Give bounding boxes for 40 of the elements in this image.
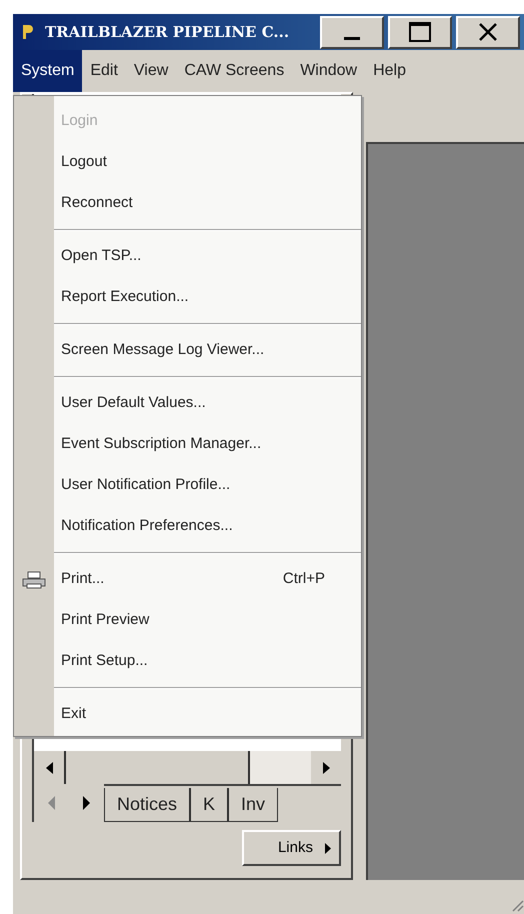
menu-item[interactable]: Report Execution... <box>54 277 361 318</box>
printer-icon <box>22 570 46 588</box>
close-icon <box>478 22 498 42</box>
maximize-button[interactable] <box>388 16 452 48</box>
menu-bar-item[interactable]: Window <box>292 50 366 92</box>
maximize-icon <box>409 22 431 42</box>
menu-bar-item[interactable]: Edit <box>82 50 126 92</box>
scroll-thumb[interactable] <box>64 751 250 784</box>
resize-grip-icon[interactable] <box>512 900 524 912</box>
menu-item[interactable]: Print... Ctrl+P <box>54 559 361 600</box>
menu-item[interactable]: Print Preview <box>54 600 361 641</box>
menu-item[interactable]: User Notification Profile... <box>54 465 361 506</box>
menu-bar-item[interactable]: View <box>126 50 176 92</box>
minimize-icon <box>344 36 360 40</box>
menu-bar-item[interactable]: Help <box>365 50 414 92</box>
menu-item[interactable]: Open TSP... <box>54 236 361 277</box>
sheet-tab[interactable]: Inv <box>228 788 278 822</box>
menu-bar-item[interactable]: CAW Screens <box>176 50 292 92</box>
window-title: TRAILBLAZER PIPELINE C... <box>45 22 290 43</box>
menu-item[interactable]: Screen Message Log Viewer... <box>54 330 361 371</box>
minimize-button[interactable] <box>320 16 384 48</box>
menu-item[interactable]: Logout <box>54 142 361 183</box>
links-button[interactable]: Links <box>242 830 341 866</box>
right-arrow-icon <box>322 762 330 774</box>
sheet-tab[interactable]: K <box>190 788 228 822</box>
left-arrow-icon <box>46 762 52 774</box>
sheet-tab[interactable]: Notices <box>104 788 190 822</box>
menu-item[interactable]: Print Setup... <box>54 641 361 682</box>
horizontal-scrollbar[interactable] <box>32 751 341 784</box>
tab-scroll-right-icon[interactable] <box>83 796 90 810</box>
scroll-right-button[interactable] <box>311 751 341 784</box>
menu-item[interactable]: Exit <box>54 694 361 735</box>
menu-item[interactable]: Event Subscription Manager... <box>54 424 361 465</box>
menu-bar-item[interactable]: System <box>13 50 82 92</box>
menu-item[interactable]: Notification Preferences... <box>54 506 361 547</box>
scroll-left-button[interactable] <box>34 751 64 784</box>
menu-item[interactable]: User Default Values... <box>54 383 361 424</box>
menu-item[interactable]: Reconnect <box>54 183 361 224</box>
close-button[interactable] <box>456 16 520 48</box>
right-arrow-icon <box>325 842 331 854</box>
